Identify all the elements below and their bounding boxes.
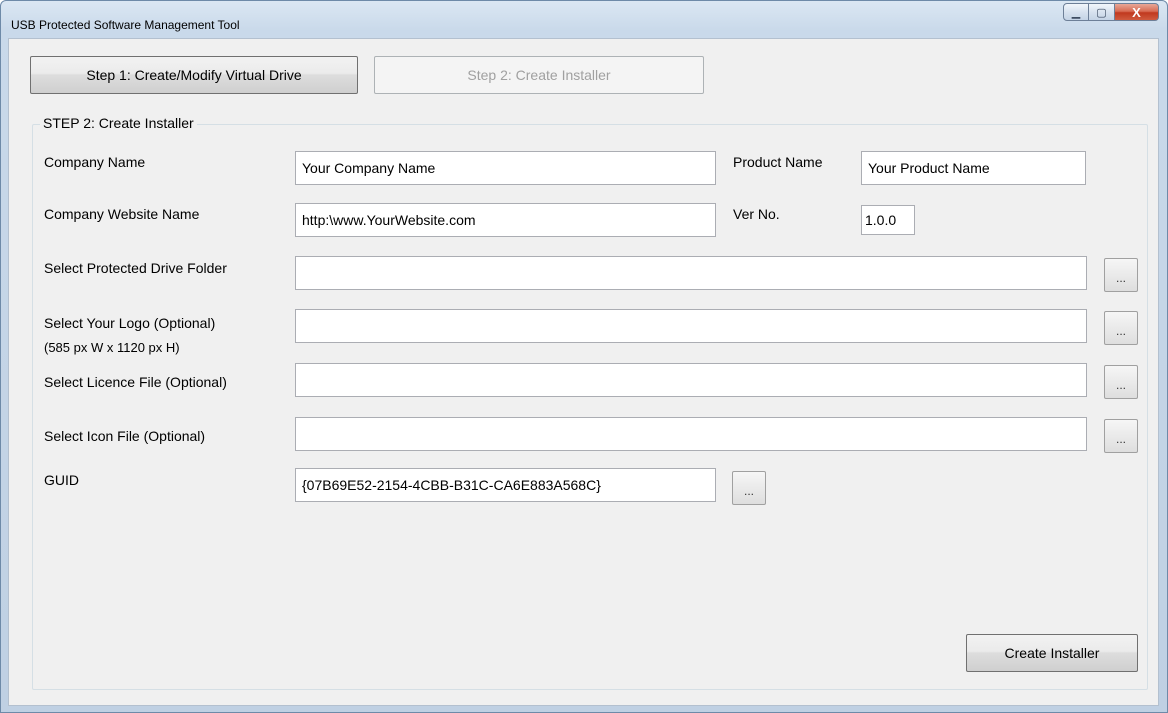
icon-file-browse-button[interactable]: ... [1104, 419, 1138, 453]
logo-browse-button[interactable]: ... [1104, 311, 1138, 345]
maximize-button[interactable]: ▢ [1089, 3, 1115, 21]
licence-label: Select Licence File (Optional) [44, 374, 227, 390]
caption-buttons: ▁ ▢ X [1063, 3, 1159, 23]
drive-folder-input[interactable] [295, 256, 1087, 290]
title-bar[interactable]: USB Protected Software Management Tool ▁… [1, 1, 1167, 32]
licence-input[interactable] [295, 363, 1087, 397]
drive-folder-browse-button[interactable]: ... [1104, 258, 1138, 292]
company-website-label: Company Website Name [44, 206, 200, 222]
window-title: USB Protected Software Management Tool [11, 18, 240, 32]
icon-file-input[interactable] [295, 417, 1087, 451]
logo-input[interactable] [295, 309, 1087, 343]
company-website-input[interactable]: http:\www.YourWebsite.com [295, 203, 716, 237]
guid-input[interactable]: {07B69E52-2154-4CBB-B31C-CA6E883A568C} [295, 468, 716, 502]
close-icon: X [1132, 4, 1141, 20]
logo-size-hint: (585 px W x 1120 px H) [44, 340, 180, 355]
company-name-input[interactable]: Your Company Name [295, 151, 716, 185]
minimize-button[interactable]: ▁ [1063, 3, 1089, 21]
close-button[interactable]: X [1115, 3, 1159, 21]
maximize-icon: ▢ [1096, 6, 1107, 19]
minimize-icon: ▁ [1071, 6, 1081, 19]
step1-button[interactable]: Step 1: Create/Modify Virtual Drive [30, 56, 358, 94]
product-name-label: Product Name [733, 154, 823, 170]
group-title: STEP 2: Create Installer [40, 115, 197, 131]
version-label: Ver No. [733, 206, 780, 222]
icon-file-label: Select Icon File (Optional) [44, 428, 206, 444]
step2-button[interactable]: Step 2: Create Installer [374, 56, 704, 94]
company-name-label: Company Name [44, 154, 146, 170]
drive-folder-label: Select Protected Drive Folder [44, 260, 227, 276]
guid-label: GUID [44, 472, 79, 488]
logo-label: Select Your Logo (Optional) [44, 315, 216, 331]
version-input[interactable]: 1.0.0 [861, 205, 915, 235]
guid-generate-button[interactable]: ... [732, 471, 766, 505]
licence-browse-button[interactable]: ... [1104, 365, 1138, 399]
create-installer-button[interactable]: Create Installer [966, 634, 1138, 672]
product-name-input[interactable]: Your Product Name [861, 151, 1086, 185]
